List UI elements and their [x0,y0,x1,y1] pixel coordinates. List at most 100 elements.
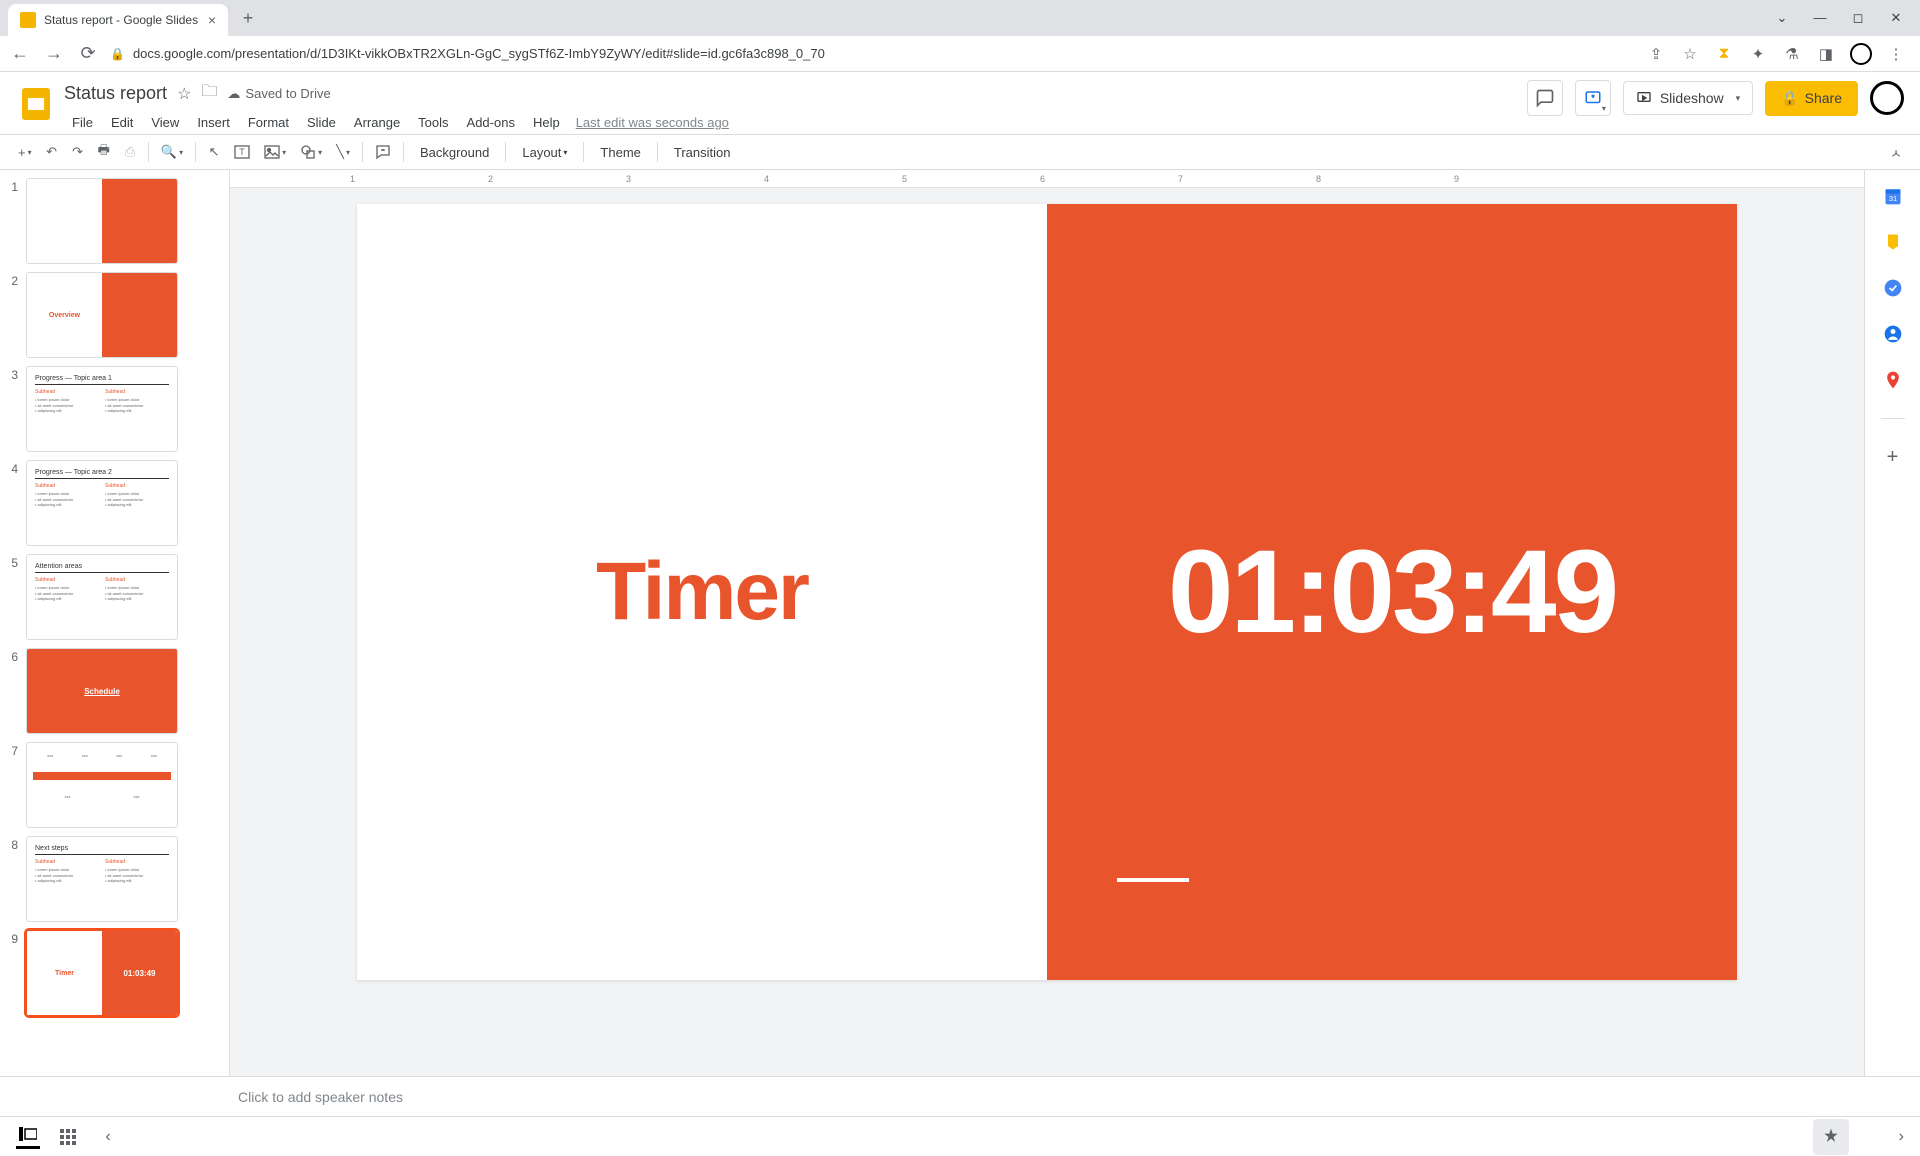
close-window-icon[interactable]: ✕ [1886,10,1906,26]
line-tool[interactable]: ╲▾ [330,139,356,165]
url-box[interactable]: 🔒 docs.google.com/presentation/d/1D3IKt-… [110,46,1636,61]
share-button[interactable]: 🔒 Share [1765,81,1858,116]
vertical-ruler [210,170,230,1076]
tasks-icon[interactable] [1881,276,1905,300]
last-edit-link[interactable]: Last edit was seconds ago [576,115,729,130]
slides-logo-icon[interactable] [16,84,56,124]
profile-avatar-icon[interactable] [1850,43,1872,65]
slide-thumbnail[interactable]: Next stepsSubhead• lorem ipsum dolor• si… [26,836,178,922]
thumb-number: 6 [6,648,18,664]
shape-tool[interactable]: ▾ [294,139,328,165]
new-tab-button[interactable]: + [234,4,262,32]
slide-thumbnail[interactable]: Schedule [26,648,178,734]
kebab-menu-icon[interactable]: ⋮ [1886,44,1906,64]
present-to-meeting-button[interactable]: ▾ [1575,80,1611,116]
zoom-button[interactable]: 🔍▾ [155,139,189,165]
grid-view-icon[interactable] [56,1125,80,1149]
star-doc-icon[interactable]: ☆ [177,84,191,104]
menu-insert[interactable]: Insert [189,111,238,134]
browser-tab-strip: Status report - Google Slides × + ⌄ — ◻ … [0,0,1920,36]
new-slide-button[interactable]: +▾ [12,139,38,165]
layout-button[interactable]: Layout▾ [512,139,577,165]
slide-thumbnail[interactable]: Timer01:03:49 [26,930,178,1016]
thumb-row[interactable]: 5Attention areasSubhead• lorem ipsum dol… [0,550,210,644]
minimize-icon[interactable]: — [1810,10,1830,26]
thumb-row[interactable]: 7 xxxxxxxxxxxxxxxxxx [0,738,210,832]
comment-tool[interactable] [369,139,397,165]
extension-hourglass-icon[interactable]: ⧗ [1714,44,1734,64]
menu-tools[interactable]: Tools [410,111,456,134]
ruler-tick: 9 [1454,174,1459,184]
menu-help[interactable]: Help [525,111,568,134]
chevron-down-icon[interactable]: ⌄ [1772,10,1792,26]
reload-button[interactable]: ⟳ [76,42,100,66]
redo-button[interactable]: ↷ [66,139,90,165]
thumb-row[interactable]: 4Progress — Topic area 2Subhead• lorem i… [0,456,210,550]
browser-tab[interactable]: Status report - Google Slides × [8,4,228,36]
comments-button[interactable] [1527,80,1563,116]
move-doc-icon[interactable]: 🗀 [201,80,217,107]
forward-button[interactable]: → [42,42,66,66]
slide-thumbnail[interactable]: Attention areasSubhead• lorem ipsum dolo… [26,554,178,640]
extension-lab-icon[interactable]: ⚗ [1782,44,1802,64]
back-button[interactable]: ← [8,42,32,66]
thumb-number: 7 [6,742,18,758]
thumb-row[interactable]: 3Progress — Topic area 1Subhead• lorem i… [0,362,210,456]
side-panel: 31 + [1864,170,1920,1076]
tab-close-icon[interactable]: × [208,12,216,28]
menu-view[interactable]: View [143,111,187,134]
slide-thumbnail-list[interactable]: 1 2 Overview3Progress — Topic area 1Subhea… [0,170,210,1076]
background-button[interactable]: Background [410,139,499,165]
menu-addons[interactable]: Add-ons [459,111,523,134]
collapse-toolbar-icon[interactable]: ㅅ [1884,139,1908,165]
account-avatar-icon[interactable] [1870,81,1904,115]
slide-thumbnail[interactable]: xxxxxxxxxxxxxxxxxx [26,742,178,828]
speaker-notes[interactable]: Click to add speaker notes [0,1076,1920,1116]
collapse-filmstrip-icon[interactable]: ‹ [96,1125,120,1149]
thumb-number: 2 [6,272,18,288]
menu-slide[interactable]: Slide [299,111,344,134]
theme-button[interactable]: Theme [590,139,650,165]
slideshow-button[interactable]: Slideshow ▾ [1623,81,1753,115]
textbox-tool[interactable]: T [228,139,256,165]
calendar-icon[interactable]: 31 [1881,184,1905,208]
thumb-number: 9 [6,930,18,946]
slide-timer-text[interactable]: 01:03:49 [1168,524,1616,660]
slide-title-text[interactable]: Timer [596,545,808,639]
canvas-wrap[interactable]: Timer 01:03:49 [230,188,1864,1076]
hide-side-panel-icon[interactable]: › [1899,1128,1904,1146]
filmstrip-view-icon[interactable] [16,1125,40,1149]
thumb-row[interactable]: 8Next stepsSubhead• lorem ipsum dolor• s… [0,832,210,926]
thumb-row[interactable]: 6 Schedule [0,644,210,738]
thumb-row[interactable]: 1 [0,174,210,268]
save-status[interactable]: ☁ Saved to Drive [227,86,330,102]
undo-button[interactable]: ↶ [40,139,64,165]
paint-format-button[interactable]: ⎙ [118,139,142,165]
maps-icon[interactable] [1881,368,1905,392]
slide-thumbnail[interactable] [26,178,178,264]
menu-arrange[interactable]: Arrange [346,111,408,134]
add-on-plus-icon[interactable]: + [1881,445,1905,469]
transition-button[interactable]: Transition [664,139,741,165]
keep-icon[interactable] [1881,230,1905,254]
contacts-icon[interactable] [1881,322,1905,346]
menu-file[interactable]: File [64,111,101,134]
image-tool[interactable]: ▾ [258,139,292,165]
menu-edit[interactable]: Edit [103,111,141,134]
thumb-row[interactable]: 2 Overview [0,268,210,362]
star-icon[interactable]: ☆ [1680,44,1700,64]
extensions-icon[interactable]: ✦ [1748,44,1768,64]
explore-button[interactable] [1813,1119,1849,1155]
doc-title[interactable]: Status report [64,83,167,104]
slide-thumbnail[interactable]: Overview [26,272,178,358]
side-panel-icon[interactable]: ◨ [1816,44,1836,64]
slide-thumbnail[interactable]: Progress — Topic area 1Subhead• lorem ip… [26,366,178,452]
maximize-icon[interactable]: ◻ [1848,10,1868,26]
select-tool[interactable]: ↖ [202,139,226,165]
slide-canvas[interactable]: Timer 01:03:49 [357,204,1737,980]
slide-thumbnail[interactable]: Progress — Topic area 2Subhead• lorem ip… [26,460,178,546]
thumb-row[interactable]: 9 Timer01:03:49 [0,926,210,1020]
share-page-icon[interactable]: ⇪ [1646,44,1666,64]
print-button[interactable]: 🖶 [92,139,116,165]
menu-format[interactable]: Format [240,111,297,134]
